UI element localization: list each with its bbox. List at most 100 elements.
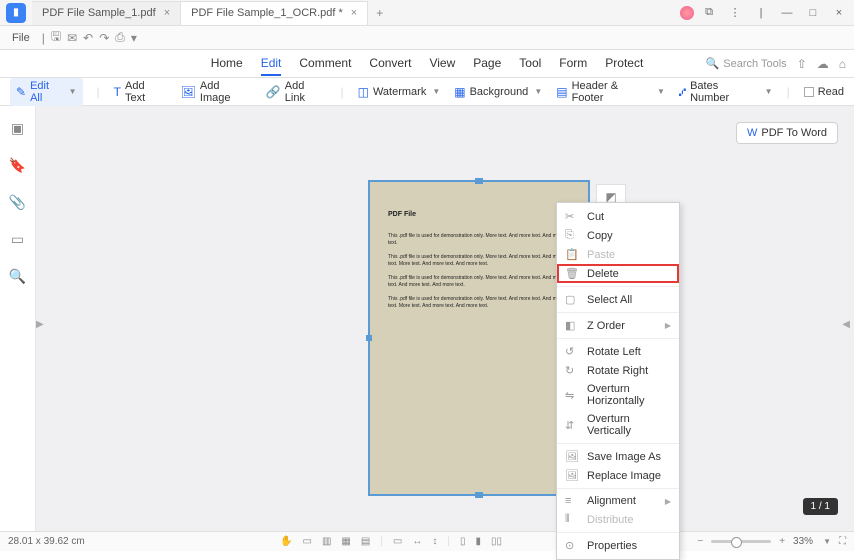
add-link-button[interactable]: 🔗Add Link — [266, 80, 327, 104]
dimensions-label: 28.01 x 39.62 cm — [8, 536, 85, 547]
menu-view[interactable]: View — [429, 52, 455, 76]
text-icon: T — [114, 85, 121, 99]
quick-toolbar: File | 🖫 ✉ ↶ ↷ ⎙ ▾ — [0, 26, 854, 50]
bookmark-icon[interactable]: 🔖 — [9, 157, 26, 174]
close-icon[interactable]: × — [351, 7, 357, 19]
ctx-save-image[interactable]: 🖼Save Image As — [557, 447, 679, 466]
zoom-in-icon[interactable]: + — [779, 536, 785, 547]
menu-form[interactable]: Form — [559, 52, 587, 76]
tab-1[interactable]: PDF File Sample_1.pdf × — [32, 1, 181, 25]
ctx-overturn-v[interactable]: ⇵Overturn Vertically — [557, 410, 679, 440]
ctx-z-order[interactable]: ◧Z Order▶ — [557, 316, 679, 335]
edit-all-button[interactable]: ✎Edit All▼ — [10, 78, 83, 106]
resize-handle-bottom[interactable] — [475, 492, 483, 498]
read-button[interactable]: Read — [804, 86, 844, 98]
undo-icon[interactable]: ↶ — [83, 31, 93, 45]
separator — [557, 488, 679, 489]
statusbar: 28.01 x 39.62 cm ✋ ▭ ▥ ▦ ▤ | ▭ ↔ ↕ | ▯ ▮… — [0, 531, 854, 551]
external-icon[interactable]: ⧉ — [698, 3, 720, 23]
select-all-icon: ▢ — [565, 293, 579, 306]
view-mode-icon[interactable]: ▥ — [322, 536, 331, 547]
ctx-alignment[interactable]: ≡Alignment▶ — [557, 492, 679, 510]
separator — [557, 338, 679, 339]
file-menu[interactable]: File — [6, 30, 36, 46]
page-indicator: 1 / 1 — [803, 498, 838, 515]
ctx-rotate-left[interactable]: ↺Rotate Left — [557, 342, 679, 361]
redo-icon[interactable]: ↷ — [99, 31, 109, 45]
ctx-properties[interactable]: ⊙Properties — [557, 536, 679, 555]
thumbnails-icon[interactable]: ▣ — [11, 120, 24, 137]
chevron-right-icon: ▶ — [665, 497, 671, 506]
ctx-rotate-right[interactable]: ↻Rotate Right — [557, 361, 679, 380]
add-text-button[interactable]: TAdd Text — [114, 80, 167, 104]
add-image-button[interactable]: 🖼Add Image — [181, 80, 252, 104]
ctx-replace-image[interactable]: 🖼Replace Image — [557, 466, 679, 485]
fit-page-icon[interactable]: ▭ — [393, 536, 402, 547]
resize-handle-top[interactable] — [475, 178, 483, 184]
bates-number-button[interactable]: ⑇Bates Number▼ — [679, 80, 773, 104]
pdf-to-word-button[interactable]: W PDF To Word — [736, 122, 838, 144]
maximize-button[interactable]: □ — [802, 3, 824, 23]
view-mode-icon[interactable]: ▦ — [341, 536, 350, 547]
z-order-icon: ◧ — [565, 319, 579, 332]
tab-2[interactable]: PDF File Sample_1_OCR.pdf * × — [181, 1, 368, 25]
align-icon: ≡ — [565, 495, 579, 507]
menu-comment[interactable]: Comment — [299, 52, 351, 76]
rotate-right-icon: ↻ — [565, 364, 579, 377]
separator — [557, 532, 679, 533]
watermark-button[interactable]: ◫Watermark▼ — [358, 85, 441, 99]
paragraph: This .pdf file is used for demonstration… — [388, 275, 570, 290]
home-icon[interactable]: ⌂ — [839, 57, 846, 71]
menu-convert[interactable]: Convert — [369, 52, 411, 76]
dropdown-icon[interactable]: ▾ — [131, 31, 137, 45]
select-tool-icon[interactable]: ▭ — [303, 536, 312, 547]
header-footer-button[interactable]: ▤Header & Footer▼ — [556, 80, 665, 104]
attachment-icon[interactable]: 📎 — [9, 194, 26, 211]
menu-home[interactable]: Home — [211, 52, 243, 76]
fit-height-icon[interactable]: ↕ — [432, 536, 437, 547]
close-icon[interactable]: × — [164, 7, 170, 19]
continuous-icon[interactable]: ▮ — [476, 536, 482, 547]
cloud-icon[interactable]: ☁ — [817, 57, 829, 71]
chevron-down-icon[interactable]: ▼ — [823, 537, 831, 546]
zoom-out-icon[interactable]: − — [697, 536, 703, 547]
menubar: Home Edit Comment Convert View Page Tool… — [0, 50, 854, 78]
ctx-select-all[interactable]: ▢Select All — [557, 290, 679, 309]
minimize-button[interactable]: — — [776, 3, 798, 23]
image-icon: 🖼 — [181, 85, 196, 99]
ctx-cut[interactable]: ✂Cut — [557, 207, 679, 226]
zoom-slider[interactable] — [711, 540, 771, 543]
save-icon[interactable]: 🖫 — [51, 27, 61, 48]
menu-page[interactable]: Page — [473, 52, 501, 76]
fit-width-icon[interactable]: ↔ — [412, 536, 422, 547]
mail-icon[interactable]: ✉ — [67, 31, 77, 45]
more-icon[interactable]: ⋮ — [724, 3, 746, 23]
context-menu: ✂Cut ⎘Copy 📋Paste 🗑Delete ▢Select All ◧Z… — [556, 202, 680, 560]
close-button[interactable]: × — [828, 3, 850, 23]
fullscreen-icon[interactable]: ⛶ — [839, 536, 846, 547]
add-tab-button[interactable]: + — [368, 6, 391, 20]
hand-tool-icon[interactable]: ✋ — [280, 536, 292, 547]
zoom-value[interactable]: 33% — [793, 536, 813, 547]
chevron-down-icon: ▼ — [69, 87, 77, 96]
view-mode-icon[interactable]: ▤ — [361, 536, 370, 547]
layers-icon[interactable]: ▭ — [11, 231, 24, 248]
single-page-icon[interactable]: ▯ — [460, 536, 466, 547]
flip-h-icon: ⇋ — [565, 389, 579, 402]
ctx-copy[interactable]: ⎘Copy — [557, 226, 679, 245]
two-page-icon[interactable]: ▯▯ — [491, 536, 502, 547]
menu-edit[interactable]: Edit — [261, 52, 282, 76]
search-icon[interactable]: 🔍 — [9, 268, 26, 285]
background-button[interactable]: ▦Background▼ — [454, 85, 542, 99]
separator — [557, 312, 679, 313]
search-tools[interactable]: 🔍 Search Tools — [706, 57, 787, 70]
menu-tool[interactable]: Tool — [519, 52, 541, 76]
separator — [557, 286, 679, 287]
ctx-delete[interactable]: 🗑Delete — [557, 264, 679, 283]
canvas[interactable]: W PDF To Word PDF File This .pdf file is… — [36, 106, 854, 531]
menu-protect[interactable]: Protect — [605, 52, 643, 76]
print-icon[interactable]: ⎙ — [115, 30, 125, 45]
header-footer-icon: ▤ — [556, 85, 567, 99]
ctx-overturn-h[interactable]: ⇋Overturn Horizontally — [557, 380, 679, 410]
share-icon[interactable]: ⇧ — [797, 57, 807, 71]
